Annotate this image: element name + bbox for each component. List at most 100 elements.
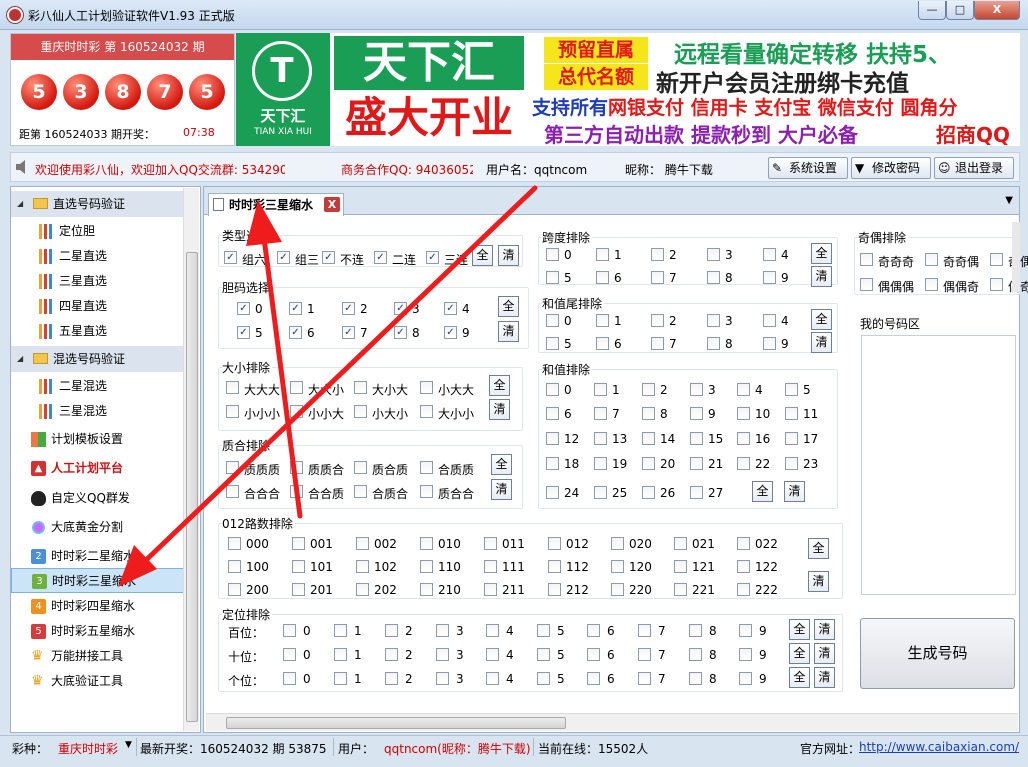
checkbox[interactable]: ✓ xyxy=(277,251,290,264)
checkbox[interactable] xyxy=(356,583,369,596)
maximize-button[interactable]: □ xyxy=(946,1,974,20)
select-all-button[interactable]: 全 xyxy=(808,538,829,559)
select-all-button[interactable]: 全 xyxy=(811,243,832,264)
checkbox[interactable] xyxy=(642,432,655,445)
sidebar-item[interactable]: 二星直选 xyxy=(11,244,185,269)
checkbox[interactable]: ✓ xyxy=(394,326,407,339)
checkbox[interactable] xyxy=(334,624,347,637)
clear-button[interactable]: 清 xyxy=(489,399,510,420)
checkbox[interactable] xyxy=(737,432,750,445)
sidebar-item-manual[interactable]: ▲ 人工计划平台 xyxy=(11,456,185,481)
checkbox[interactable] xyxy=(537,624,550,637)
checkbox[interactable]: ✓ xyxy=(374,251,387,264)
clear-button[interactable]: 清 xyxy=(811,332,832,353)
select-all-button[interactable]: 全 xyxy=(789,667,810,688)
checkbox[interactable] xyxy=(354,405,367,418)
checkbox[interactable] xyxy=(334,648,347,661)
tab-close-icon[interactable]: X xyxy=(324,197,340,212)
sidebar-item[interactable]: 三星混选 xyxy=(11,399,185,424)
checkbox[interactable] xyxy=(587,672,600,685)
checkbox[interactable] xyxy=(925,253,938,266)
checkbox[interactable] xyxy=(594,383,607,396)
checkbox[interactable] xyxy=(596,314,609,327)
tab-dropdown-icon[interactable]: ▼ xyxy=(1005,195,1013,206)
checkbox[interactable] xyxy=(690,486,703,499)
checkbox[interactable] xyxy=(283,648,296,661)
checkbox[interactable] xyxy=(385,648,398,661)
checkbox[interactable] xyxy=(484,583,497,596)
clear-button[interactable]: 清 xyxy=(808,571,829,592)
checkbox[interactable] xyxy=(642,407,655,420)
change-password-button[interactable]: ▼ 修改密码 xyxy=(851,157,931,179)
checkbox[interactable] xyxy=(638,648,651,661)
ad-banner[interactable]: T 天下汇 TIAN XIA HUI 天下汇 盛大开业 预留直属 总代名额 远程… xyxy=(236,33,1020,146)
checkbox[interactable] xyxy=(290,461,303,474)
checkbox[interactable] xyxy=(486,648,499,661)
checkbox[interactable] xyxy=(546,457,559,470)
checkbox[interactable] xyxy=(707,248,720,261)
checkbox[interactable] xyxy=(546,432,559,445)
checkbox[interactable] xyxy=(651,314,664,327)
sidebar-item-5star[interactable]: 5 时时彩五星缩水 xyxy=(11,619,185,644)
checkbox[interactable] xyxy=(651,337,664,350)
sidebar-item[interactable]: 四星直选 xyxy=(11,294,185,319)
checkbox[interactable] xyxy=(690,457,703,470)
checkbox[interactable] xyxy=(689,624,702,637)
checkbox[interactable] xyxy=(292,560,305,573)
checkbox[interactable] xyxy=(436,648,449,661)
checkbox[interactable]: ✓ xyxy=(444,302,457,315)
checkbox[interactable] xyxy=(290,381,303,394)
checkbox[interactable] xyxy=(596,337,609,350)
minimize-button[interactable]: — xyxy=(918,1,946,20)
checkbox[interactable]: ✓ xyxy=(289,326,302,339)
select-all-button[interactable]: 全 xyxy=(811,309,832,330)
checkbox[interactable] xyxy=(737,383,750,396)
clear-button[interactable]: 清 xyxy=(814,643,835,664)
checkbox[interactable] xyxy=(596,248,609,261)
checkbox[interactable] xyxy=(385,624,398,637)
checkbox[interactable] xyxy=(290,485,303,498)
checkbox[interactable] xyxy=(690,383,703,396)
checkbox[interactable] xyxy=(785,432,798,445)
checkbox[interactable] xyxy=(707,271,720,284)
checkbox[interactable] xyxy=(594,407,607,420)
checkbox[interactable] xyxy=(484,560,497,573)
checkbox[interactable] xyxy=(354,461,367,474)
checkbox[interactable] xyxy=(737,407,750,420)
checkbox[interactable] xyxy=(436,624,449,637)
checkbox[interactable] xyxy=(611,583,624,596)
checkbox[interactable] xyxy=(537,672,550,685)
checkbox[interactable] xyxy=(642,457,655,470)
checkbox[interactable] xyxy=(594,432,607,445)
checkbox[interactable] xyxy=(689,648,702,661)
sidebar-group-mixed[interactable]: ◢ 混选号码验证 xyxy=(11,346,185,372)
checkbox[interactable] xyxy=(283,672,296,685)
clear-button[interactable]: 清 xyxy=(814,667,835,688)
checkbox[interactable] xyxy=(674,583,687,596)
checkbox[interactable] xyxy=(594,457,607,470)
checkbox[interactable] xyxy=(484,537,497,550)
checkbox[interactable] xyxy=(737,457,750,470)
checkbox[interactable] xyxy=(737,560,750,573)
select-all-button[interactable]: 全 xyxy=(752,481,773,502)
checkbox[interactable] xyxy=(690,407,703,420)
scroll-thumb[interactable] xyxy=(186,252,198,722)
checkbox[interactable] xyxy=(785,457,798,470)
checkbox[interactable] xyxy=(356,537,369,550)
checkbox[interactable] xyxy=(651,271,664,284)
checkbox[interactable] xyxy=(537,648,550,661)
checkbox[interactable] xyxy=(739,648,752,661)
select-all-button[interactable]: 全 xyxy=(789,643,810,664)
checkbox[interactable] xyxy=(436,672,449,685)
my-numbers-area[interactable] xyxy=(861,335,1016,595)
checkbox[interactable] xyxy=(763,271,776,284)
checkbox[interactable] xyxy=(587,648,600,661)
checkbox[interactable] xyxy=(420,583,433,596)
lottery-kind-select[interactable]: 重庆时时彩 xyxy=(58,740,118,757)
checkbox[interactable] xyxy=(611,537,624,550)
checkbox[interactable] xyxy=(739,624,752,637)
checkbox[interactable] xyxy=(596,271,609,284)
checkbox[interactable] xyxy=(385,672,398,685)
checkbox[interactable] xyxy=(228,583,241,596)
site-link[interactable]: http://www.caibaxian.com/ xyxy=(859,740,1019,754)
